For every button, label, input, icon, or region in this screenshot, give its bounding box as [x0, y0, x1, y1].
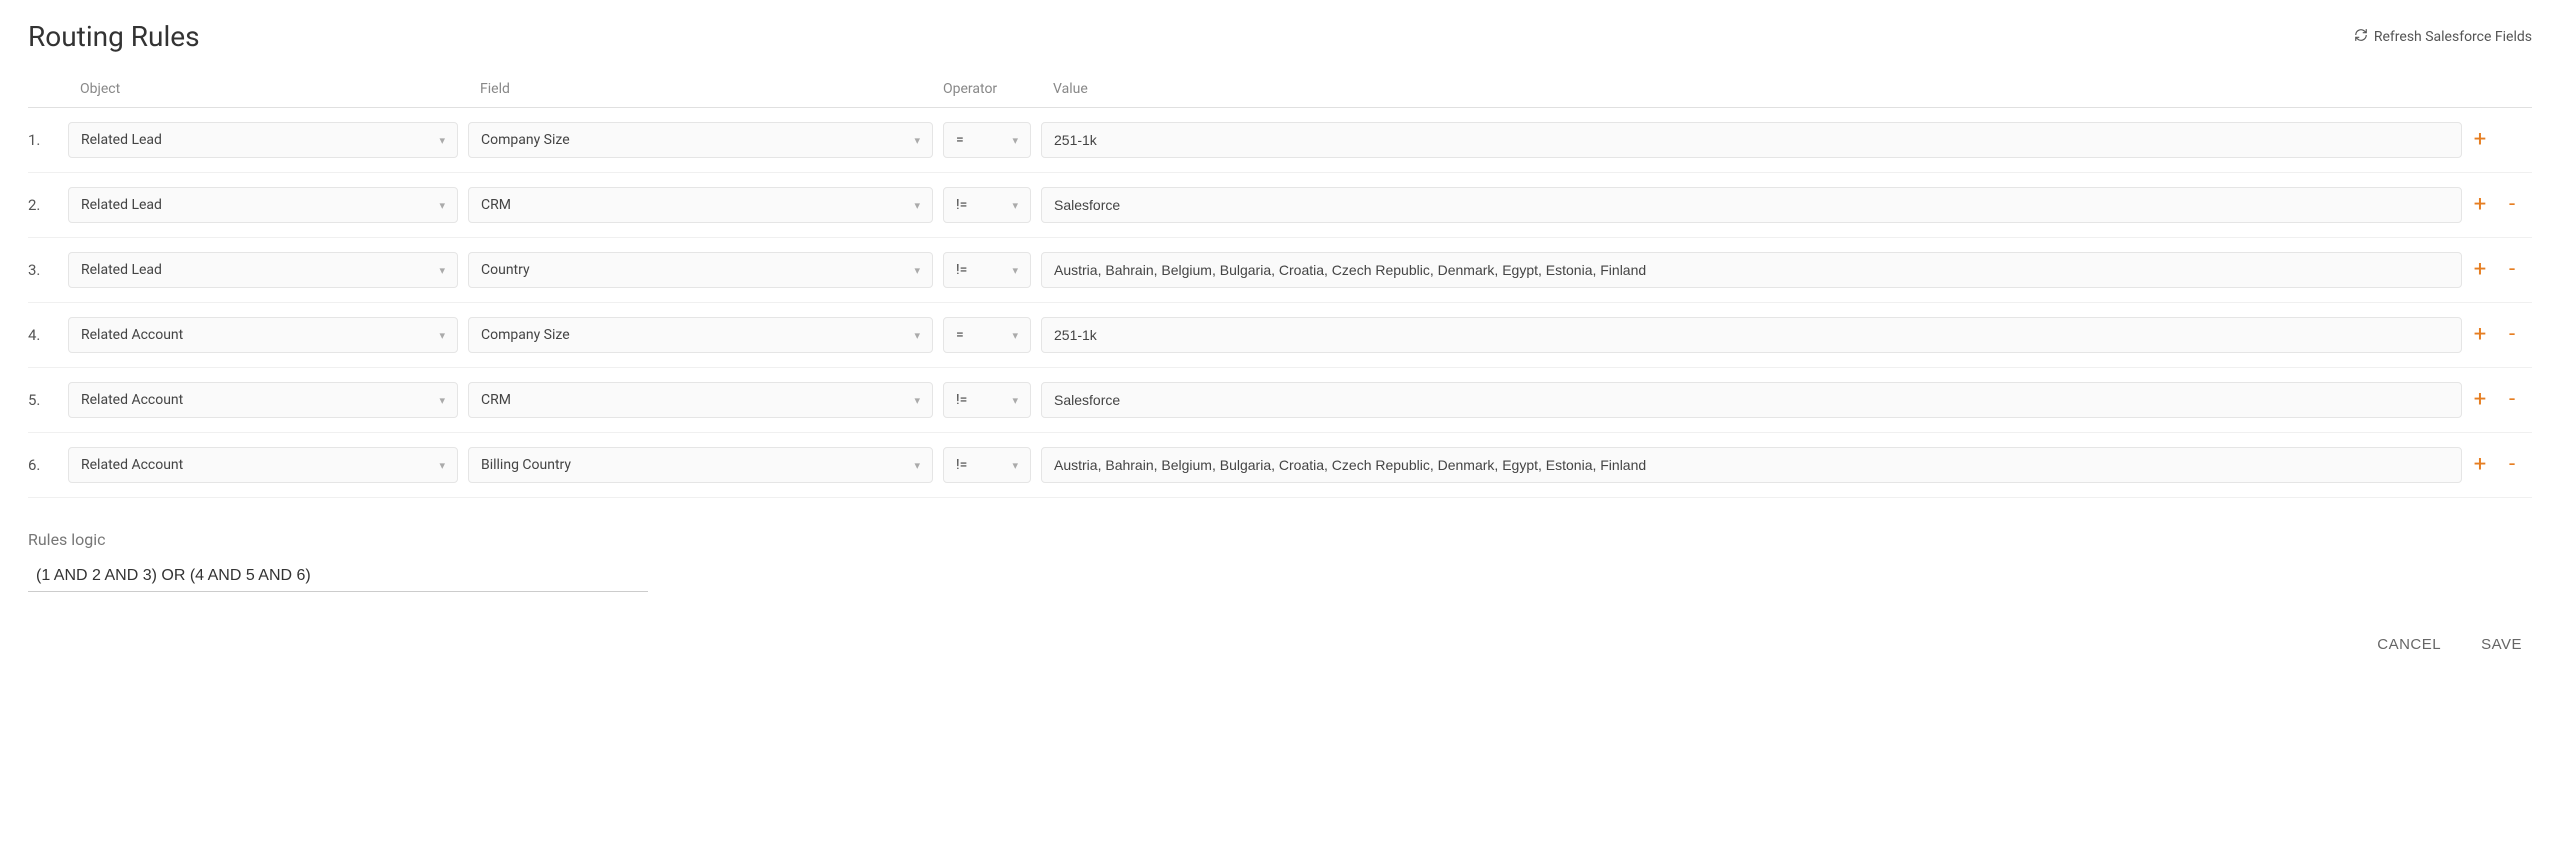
chevron-down-icon: ▾ — [1012, 329, 1018, 342]
rule-number: 4. — [28, 326, 68, 344]
operator-select-value: != — [956, 392, 967, 408]
chevron-down-icon: ▾ — [1012, 394, 1018, 407]
field-select[interactable]: CRM ▾ — [468, 187, 933, 223]
chevron-down-icon: ▾ — [439, 394, 445, 407]
value-input[interactable] — [1041, 447, 2462, 483]
chevron-down-icon: ▾ — [1012, 134, 1018, 147]
object-select[interactable]: Related Lead ▾ — [68, 187, 458, 223]
chevron-down-icon: ▾ — [1012, 264, 1018, 277]
rule-number: 2. — [28, 196, 68, 214]
remove-rule-button[interactable]: - — [2504, 324, 2520, 346]
field-select-value: Country — [481, 262, 530, 278]
value-input[interactable] — [1041, 382, 2462, 418]
rules-logic-label: Rules logic — [28, 530, 2532, 549]
rules-logic-input[interactable] — [28, 561, 648, 592]
operator-select-value: != — [956, 197, 967, 213]
operator-select-value: != — [956, 457, 967, 473]
object-select-value: Related Account — [81, 457, 183, 473]
operator-select-value: = — [956, 327, 964, 343]
chevron-down-icon: ▾ — [914, 329, 920, 342]
object-select[interactable]: Related Lead ▾ — [68, 252, 458, 288]
remove-rule-button[interactable]: - — [2504, 389, 2520, 411]
add-rule-button[interactable]: + — [2472, 129, 2488, 151]
chevron-down-icon: ▾ — [439, 199, 445, 212]
add-rule-button[interactable]: + — [2472, 324, 2488, 346]
chevron-down-icon: ▾ — [439, 329, 445, 342]
add-rule-button[interactable]: + — [2472, 389, 2488, 411]
field-select[interactable]: Billing Country ▾ — [468, 447, 933, 483]
rule-row: 1.Related Lead▾Company Size▾=▾+ — [28, 108, 2532, 173]
object-select-value: Related Lead — [81, 132, 162, 148]
field-select-value: Company Size — [481, 327, 570, 343]
object-select-value: Related Lead — [81, 197, 162, 213]
add-rule-button[interactable]: + — [2472, 259, 2488, 281]
object-select-value: Related Lead — [81, 262, 162, 278]
operator-select[interactable]: =▾ — [943, 122, 1031, 158]
remove-rule-button[interactable]: - — [2504, 259, 2520, 281]
operator-select-value: = — [956, 132, 964, 148]
object-select-value: Related Account — [81, 392, 183, 408]
add-rule-button[interactable]: + — [2472, 194, 2488, 216]
add-rule-button[interactable]: + — [2472, 454, 2488, 476]
field-select-value: Company Size — [481, 132, 570, 148]
remove-rule-button[interactable]: - — [2504, 194, 2520, 216]
field-select[interactable]: Country ▾ — [468, 252, 933, 288]
save-button[interactable]: SAVE — [2481, 636, 2522, 653]
column-header-object: Object — [68, 81, 458, 97]
chevron-down-icon: ▾ — [914, 264, 920, 277]
page-title: Routing Rules — [28, 20, 200, 53]
remove-rule-button[interactable]: - — [2504, 454, 2520, 476]
field-select-value: Billing Country — [481, 457, 571, 473]
value-input[interactable] — [1041, 317, 2462, 353]
refresh-salesforce-fields-link[interactable]: Refresh Salesforce Fields — [2354, 28, 2532, 46]
rule-row: 6. Related Account ▾ Billing Country ▾ != ▾ +- — [28, 433, 2532, 498]
operator-select[interactable]: != ▾ — [943, 382, 1031, 418]
chevron-down-icon: ▾ — [914, 394, 920, 407]
value-input[interactable] — [1041, 252, 2462, 288]
rule-row: 5. Related Account ▾ CRM ▾ != ▾ +- — [28, 368, 2532, 433]
rule-number: 3. — [28, 261, 68, 279]
cancel-button[interactable]: CANCEL — [2377, 636, 2441, 653]
refresh-label: Refresh Salesforce Fields — [2374, 29, 2532, 45]
refresh-icon — [2354, 28, 2368, 46]
field-select-value: CRM — [481, 392, 511, 408]
operator-select[interactable]: != ▾ — [943, 252, 1031, 288]
chevron-down-icon: ▾ — [1012, 199, 1018, 212]
column-header-value: Value — [1041, 81, 2462, 97]
rule-number: 1. — [28, 131, 68, 149]
field-select[interactable]: Company Size ▾ — [468, 317, 933, 353]
value-input[interactable] — [1041, 187, 2462, 223]
rule-number: 6. — [28, 456, 68, 474]
rule-row: 2. Related Lead ▾ CRM ▾ != ▾ +- — [28, 173, 2532, 238]
chevron-down-icon: ▾ — [439, 134, 445, 147]
object-select[interactable]: Related Account ▾ — [68, 317, 458, 353]
value-input[interactable] — [1041, 122, 2462, 158]
object-select[interactable]: Related Account ▾ — [68, 447, 458, 483]
chevron-down-icon: ▾ — [914, 134, 920, 147]
object-select-value: Related Account — [81, 327, 183, 343]
field-select-value: CRM — [481, 197, 511, 213]
object-select[interactable]: Related Lead ▾ — [68, 122, 458, 158]
chevron-down-icon: ▾ — [1012, 459, 1018, 472]
rule-row: 4.Related Account▾Company Size▾=▾+- — [28, 303, 2532, 368]
field-select[interactable]: CRM ▾ — [468, 382, 933, 418]
operator-select[interactable]: != ▾ — [943, 187, 1031, 223]
rule-row: 3. Related Lead ▾ Country ▾ != ▾ +- — [28, 238, 2532, 303]
rules-table-header: Object Field Operator Value — [28, 81, 2532, 108]
chevron-down-icon: ▾ — [439, 264, 445, 277]
field-select[interactable]: Company Size ▾ — [468, 122, 933, 158]
object-select[interactable]: Related Account ▾ — [68, 382, 458, 418]
chevron-down-icon: ▾ — [439, 459, 445, 472]
column-header-field: Field — [468, 81, 933, 97]
operator-select[interactable]: =▾ — [943, 317, 1031, 353]
operator-select-value: != — [956, 262, 967, 278]
rule-number: 5. — [28, 391, 68, 409]
operator-select[interactable]: != ▾ — [943, 447, 1031, 483]
column-header-operator: Operator — [943, 81, 1031, 97]
chevron-down-icon: ▾ — [914, 199, 920, 212]
chevron-down-icon: ▾ — [914, 459, 920, 472]
